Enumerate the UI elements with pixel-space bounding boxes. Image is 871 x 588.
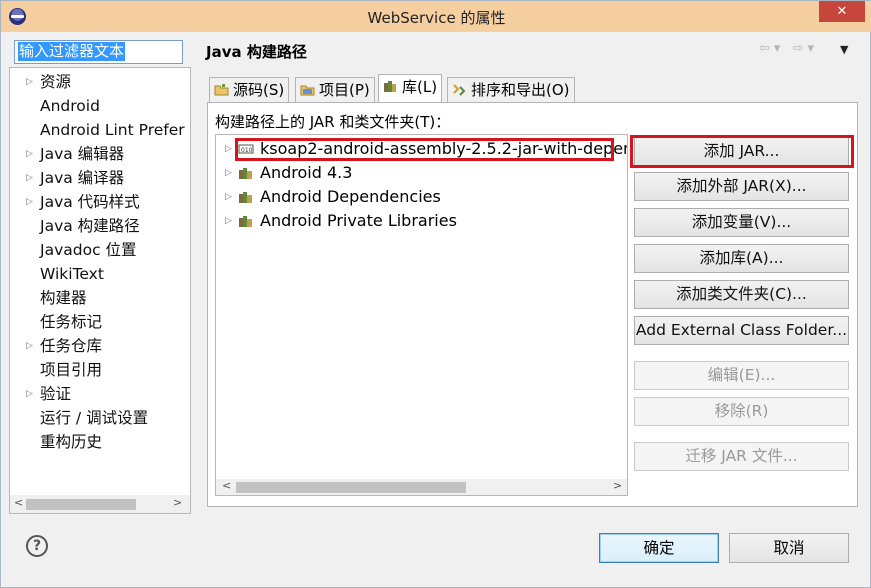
tree-item-label: Java 编辑器 (40, 145, 125, 163)
back-arrow-icon[interactable]: ⇦▾ (759, 41, 784, 56)
library-item-label: Android 4.3 (260, 163, 353, 182)
scroll-right-icon[interactable]: > (613, 479, 622, 492)
expand-arrow-icon[interactable]: ▷ (225, 185, 232, 209)
tree-item-label: Javadoc 位置 (40, 241, 137, 259)
add-jar-highlight-annotation (630, 135, 854, 168)
horizontal-scrollbar[interactable]: < > (10, 495, 190, 513)
tree-item-label: WikiText (40, 265, 104, 283)
view-menu-icon[interactable]: ▼ (840, 43, 848, 56)
remove-button[interactable]: 移除(R) (634, 397, 849, 426)
edit-button[interactable]: 编辑(E)... (634, 361, 849, 390)
category-tree[interactable]: ▷ 资源 Android Android Lint Prefer ▷ Java … (9, 67, 191, 514)
expand-arrow-icon[interactable]: ▷ (26, 166, 33, 190)
jar-highlight-annotation (235, 138, 614, 161)
tree-item-label: Java 构建路径 (40, 214, 140, 238)
tree-item-label: Java 代码样式 (40, 193, 140, 211)
add-external-class-folder-button[interactable]: Add External Class Folder... (634, 316, 849, 345)
history-nav: ⇦▾ ⇨▾ (759, 41, 818, 56)
expand-arrow-icon[interactable]: ▷ (26, 70, 33, 94)
page-title: Java 构建路径 (206, 43, 307, 61)
expand-arrow-icon[interactable]: ▷ (26, 142, 33, 166)
library-icon (239, 216, 252, 227)
tree-item-label: Android Lint Prefer (40, 121, 185, 139)
tree-item-label: 运行 / 调试设置 (40, 409, 149, 427)
expand-arrow-icon[interactable]: ▷ (225, 209, 232, 233)
library-icon (384, 81, 396, 92)
cancel-button[interactable]: 取消 (729, 533, 849, 563)
tree-item-label: 验证 (40, 385, 72, 403)
tab-order-export[interactable]: 排序和导出(O) (447, 77, 575, 102)
add-external-jar-button[interactable]: 添加外部 JAR(X)... (634, 172, 849, 201)
tab-projects[interactable]: 项目(P) (295, 77, 375, 102)
add-class-folder-button[interactable]: 添加类文件夹(C)... (634, 280, 849, 309)
project-icon (300, 85, 315, 96)
tab-label: 项目(P) (319, 81, 370, 99)
expand-arrow-icon[interactable]: ▷ (225, 161, 232, 185)
add-variable-button[interactable]: 添加变量(V)... (634, 208, 849, 237)
tab-label: 源码(S) (233, 81, 285, 99)
forward-arrow-icon[interactable]: ⇨▾ (784, 41, 818, 56)
scroll-right-icon[interactable]: > (173, 496, 182, 509)
library-icon (239, 192, 252, 203)
horizontal-scrollbar[interactable]: < > (216, 479, 627, 495)
properties-dialog: WebService 的属性 ✕ 输入过滤器文本 ▷ 资源 Android An… (0, 0, 871, 588)
source-folder-icon (214, 84, 229, 96)
tree-item-label: Android (40, 97, 100, 115)
library-item-label: Android Dependencies (260, 187, 441, 206)
ok-button[interactable]: 确定 (599, 533, 719, 563)
tree-item-label: 任务标记 (40, 313, 103, 331)
filter-input-text: 输入过滤器文本 (18, 42, 126, 61)
migrate-jar-button[interactable]: 迁移 JAR 文件... (634, 442, 849, 471)
expand-arrow-icon[interactable]: ▷ (26, 334, 33, 358)
title-bar: WebService 的属性 ✕ (1, 1, 871, 32)
add-library-button[interactable]: 添加库(A)... (634, 244, 849, 273)
expand-arrow-icon[interactable]: ▷ (26, 190, 33, 214)
tree-item-label: Java 编译器 (40, 169, 125, 187)
scroll-left-icon[interactable]: < (14, 496, 23, 509)
filter-input[interactable]: 输入过滤器文本 (14, 40, 183, 64)
window-title: WebService 的属性 (367, 9, 506, 27)
library-item-label: Android Private Libraries (260, 211, 457, 230)
scroll-left-icon[interactable]: < (222, 479, 231, 492)
libraries-label: 构建路径上的 JAR 和类文件夹(T)： (215, 113, 451, 131)
tree-item-label: 资源 (40, 73, 72, 91)
scrollbar-thumb[interactable] (26, 499, 136, 510)
tree-item-label: 任务仓库 (40, 337, 103, 355)
library-icon (239, 168, 252, 179)
library-tree[interactable]: ▷ 010 ksoap2-android-assembly-2.5.2-jar-… (215, 134, 628, 496)
scrollbar-thumb[interactable] (236, 482, 466, 493)
tab-source[interactable]: 源码(S) (209, 77, 290, 102)
expand-arrow-icon[interactable]: ▷ (26, 382, 33, 406)
tab-label: 排序和导出(O) (471, 81, 570, 99)
tree-item-label: 构建器 (40, 289, 87, 307)
tree-item-label: 重构历史 (40, 433, 103, 451)
help-icon[interactable]: ? (26, 535, 48, 557)
tree-item-label: 项目引用 (40, 361, 103, 379)
tab-label: 库(L) (402, 78, 438, 96)
tab-libraries[interactable]: 库(L) (378, 74, 443, 103)
order-export-icon (453, 84, 466, 96)
expand-arrow-icon[interactable]: ▷ (225, 137, 232, 161)
close-button[interactable]: ✕ (819, 1, 865, 22)
